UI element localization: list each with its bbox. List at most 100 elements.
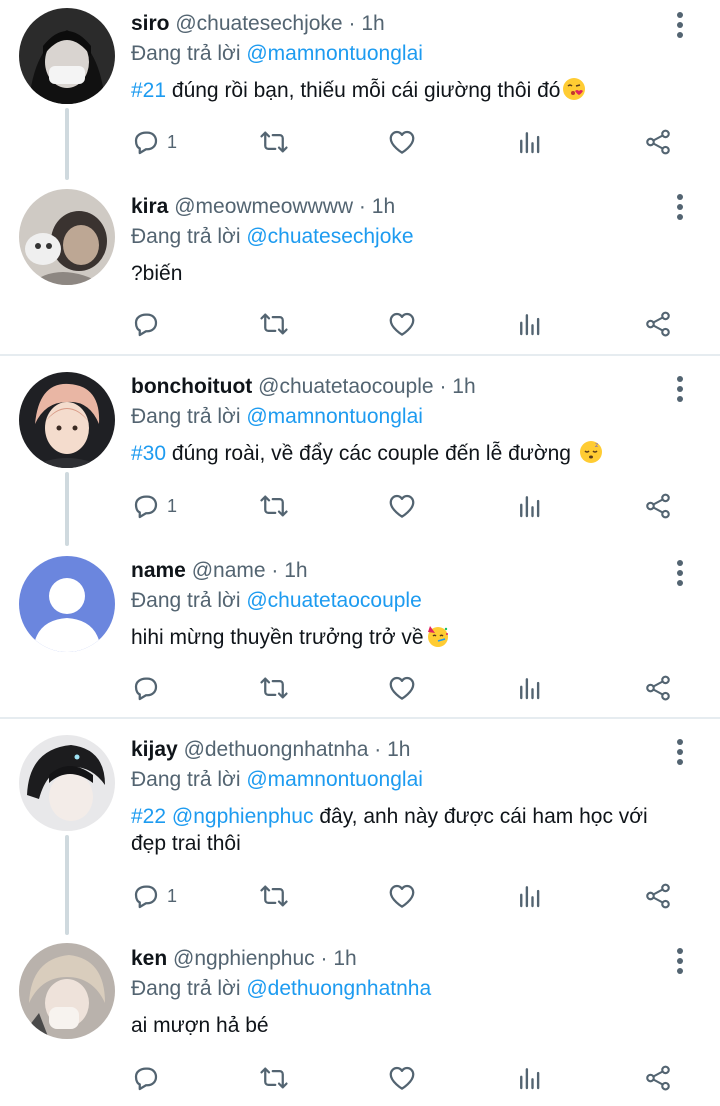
user-handle[interactable]: @meowmeowwww [174, 195, 353, 218]
user-handle[interactable]: @chuatesechjoke [175, 12, 342, 35]
reply-prefix: Đang trả lời [131, 589, 241, 612]
tweet[interactable]: kira @meowmeowwww · 1h Đang trả lời @chu… [0, 180, 720, 355]
reply-button[interactable] [131, 304, 167, 344]
tweet-body: đây, anh này được cái ham học với [319, 805, 648, 828]
avatar[interactable] [19, 189, 115, 285]
reply-to-mention[interactable]: @chuatesechjoke [246, 225, 413, 248]
timestamp[interactable]: 1h [387, 738, 410, 761]
analytics-icon [520, 678, 540, 700]
share-button[interactable] [643, 1058, 673, 1098]
analytics-button[interactable] [515, 668, 545, 708]
like-button[interactable] [387, 876, 417, 916]
retweet-button[interactable] [259, 486, 289, 526]
reply-to-mention[interactable]: @mamnontuonglai [246, 768, 423, 791]
analytics-button[interactable] [515, 876, 545, 916]
text-mention[interactable]: @ngphienphuc [172, 805, 314, 828]
reply-prefix: Đang trả lời [131, 225, 241, 248]
user-handle[interactable]: @name [192, 559, 266, 582]
tweet-text: #22 @ngphienphuc đây, anh này được cái h… [131, 803, 660, 857]
like-button[interactable] [387, 1058, 417, 1098]
like-button[interactable] [387, 668, 417, 708]
like-button[interactable] [387, 486, 417, 526]
hashtag[interactable]: #21 [131, 79, 166, 102]
reply-context: Đang trả lời @chuatetaocouple [131, 588, 660, 614]
timestamp[interactable]: 1h [284, 559, 307, 582]
display-name[interactable]: name [131, 559, 186, 582]
share-button[interactable] [643, 876, 673, 916]
tweet-text: ?biến [131, 260, 660, 287]
timestamp[interactable]: 1h [372, 195, 395, 218]
avatar[interactable] [19, 735, 115, 831]
share-button[interactable] [643, 668, 673, 708]
reply-to-mention[interactable]: @chuatetaocouple [246, 589, 421, 612]
display-name[interactable]: siro [131, 12, 170, 35]
reply-context: Đang trả lời @chuatesechjoke [131, 224, 660, 250]
more-options-icon[interactable] [670, 737, 690, 767]
tweet-header: kijay @dethuongnhatnha · 1h [131, 737, 660, 763]
like-button[interactable] [387, 304, 417, 344]
user-handle[interactable]: @dethuongnhatnha [184, 738, 369, 761]
reply-prefix: Đang trả lời [131, 768, 241, 791]
reply-button[interactable]: 1 [131, 486, 177, 526]
display-name[interactable]: kira [131, 195, 168, 218]
retweet-button[interactable] [259, 876, 289, 916]
like-icon [389, 130, 415, 154]
analytics-button[interactable] [515, 1058, 545, 1098]
reply-context: Đang trả lời @dethuongnhatnha [131, 976, 660, 1002]
more-options-icon[interactable] [670, 558, 690, 588]
reply-to-mention[interactable]: @mamnontuonglai [246, 42, 423, 65]
reply-prefix: Đang trả lời [131, 42, 241, 65]
reply-icon [134, 131, 158, 155]
avatar[interactable] [19, 556, 115, 652]
user-handle[interactable]: @ngphienphuc [173, 947, 315, 970]
hashtag[interactable]: #22 [131, 805, 166, 828]
reply-context: Đang trả lời @mamnontuonglai [131, 767, 660, 793]
tweet[interactable]: ken @ngphienphuc · 1h Đang trả lời @deth… [0, 929, 720, 1106]
display-name[interactable]: bonchoituot [131, 375, 252, 398]
timestamp[interactable]: 1h [452, 375, 475, 398]
more-options-icon[interactable] [670, 10, 690, 40]
more-options-icon[interactable] [670, 946, 690, 976]
reply-button[interactable] [131, 668, 167, 708]
reply-button[interactable] [131, 1058, 167, 1098]
timestamp[interactable]: 1h [361, 12, 384, 35]
hashtag[interactable]: #30 [131, 442, 166, 465]
retweet-button[interactable] [259, 122, 289, 162]
retweet-icon [260, 313, 288, 335]
tweet-body: đúng roài, về đẩy các couple đến lễ đườn… [171, 442, 571, 465]
more-options-icon[interactable] [670, 374, 690, 404]
reply-button[interactable]: 1 [131, 122, 177, 162]
share-button[interactable] [643, 486, 673, 526]
retweet-button[interactable] [259, 304, 289, 344]
reply-count: 1 [167, 495, 178, 516]
avatar[interactable] [19, 372, 115, 468]
share-button[interactable] [643, 304, 673, 344]
analytics-icon [520, 886, 540, 908]
retweet-button[interactable] [259, 1058, 289, 1098]
retweet-button[interactable] [259, 668, 289, 708]
user-handle[interactable]: @chuatetaocouple [258, 375, 433, 398]
thread-line [65, 472, 69, 546]
display-name[interactable]: ken [131, 947, 167, 970]
tweet-body: đúng rồi bạn, thiếu mỗi cái giường thôi … [171, 79, 561, 102]
tweet[interactable]: name @name · 1h Đang trả lời @chuatetaoc… [0, 540, 720, 718]
avatar[interactable] [19, 8, 115, 104]
like-button[interactable] [387, 122, 417, 162]
reply-button[interactable]: 1 [131, 876, 177, 916]
reply-to-mention[interactable]: @dethuongnhatnha [246, 977, 431, 1000]
like-icon [389, 884, 415, 908]
analytics-button[interactable] [515, 122, 545, 162]
more-options-icon[interactable] [670, 192, 690, 222]
timestamp[interactable]: 1h [333, 947, 356, 970]
analytics-button[interactable] [515, 304, 545, 344]
thread-line [65, 108, 69, 180]
tweet[interactable]: kijay @dethuongnhatnha · 1h Đang trả lời… [0, 719, 720, 935]
share-button[interactable] [643, 122, 673, 162]
tweet[interactable]: bonchoituot @chuatetaocouple · 1h Đang t… [0, 356, 720, 546]
reply-to-mention[interactable]: @mamnontuonglai [246, 405, 423, 428]
tweet[interactable]: siro @chuatesechjoke · 1h Đang trả lời @… [0, 0, 720, 180]
avatar[interactable] [19, 943, 115, 1039]
analytics-button[interactable] [515, 486, 545, 526]
display-name[interactable]: kijay [131, 738, 178, 761]
tweet-body-line2: đẹp trai thôi [131, 832, 241, 855]
